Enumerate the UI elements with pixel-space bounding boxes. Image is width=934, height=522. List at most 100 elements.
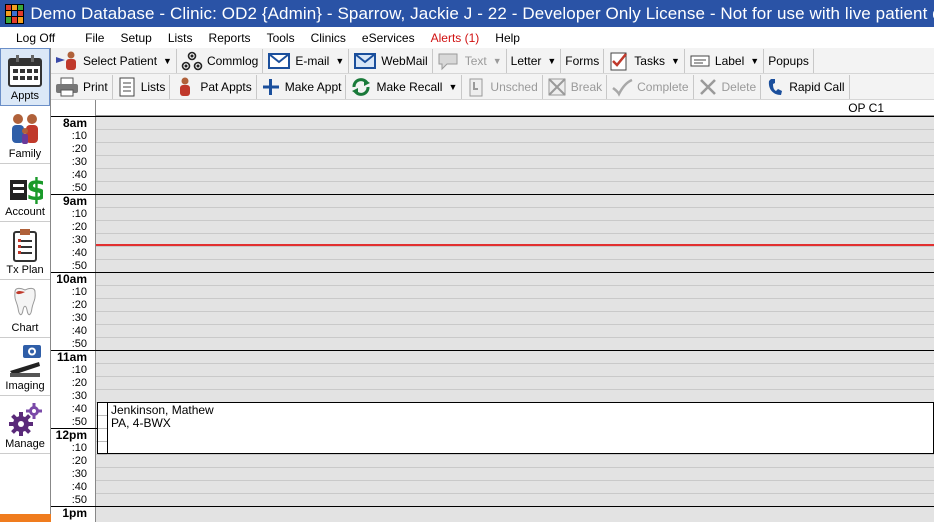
time-slot[interactable] <box>96 129 934 142</box>
menu-clinics[interactable]: Clinics <box>303 31 354 45</box>
module-label: Account <box>5 206 45 218</box>
hour-label: 11am <box>56 350 87 364</box>
break-button[interactable]: Break <box>543 74 608 99</box>
dropdown-arrow-icon[interactable]: ▼ <box>671 56 680 66</box>
letter-button[interactable]: Letter ▼ <box>507 48 562 73</box>
time-slot[interactable] <box>96 246 934 259</box>
dropdown-arrow-icon[interactable]: ▼ <box>335 56 344 66</box>
select-patient-icon <box>56 51 76 70</box>
time-slot[interactable] <box>96 298 934 311</box>
calendar-icon <box>8 55 42 87</box>
operatory-header: OP C1 <box>96 100 934 116</box>
appointment-block[interactable]: Jenkinson, Mathew PA, 4-BWX <box>97 402 934 455</box>
minute-label: :30 <box>71 234 87 246</box>
time-slot[interactable] <box>96 285 934 298</box>
tasks-button[interactable]: Tasks ▼ <box>604 48 685 73</box>
plus-icon <box>262 78 279 95</box>
appointment-schedule: OP C1 8am:10:20:30:40:50 9am:10:20:30:40:… <box>51 100 934 522</box>
menu-tools[interactable]: Tools <box>259 31 303 45</box>
time-slot[interactable] <box>96 181 934 194</box>
webmail-button[interactable]: WebMail <box>349 48 433 73</box>
make-recall-button[interactable]: Make Recall ▼ <box>346 74 463 99</box>
menu-reports[interactable]: Reports <box>201 31 259 45</box>
time-slot[interactable] <box>96 155 934 168</box>
appointment-procedures: PA, 4-BWX <box>111 416 171 430</box>
family-icon <box>12 114 38 144</box>
lists-button[interactable]: Lists <box>113 74 171 99</box>
module-tx-plan[interactable]: Tx Plan <box>0 222 50 280</box>
minute-label: :30 <box>71 390 87 402</box>
print-button[interactable]: Print <box>51 74 113 99</box>
module-account[interactable]: $ Account <box>0 164 50 222</box>
time-slot[interactable] <box>96 376 934 389</box>
forms-button[interactable]: Forms <box>561 48 605 73</box>
email-button[interactable]: E-mail ▼ <box>263 48 350 73</box>
hour-label: 10am <box>56 272 87 286</box>
time-slot[interactable] <box>96 389 934 402</box>
printer-icon <box>56 77 78 96</box>
break-icon <box>548 77 566 96</box>
delete-button[interactable]: Delete <box>694 74 762 99</box>
menu-help[interactable]: Help <box>487 31 528 45</box>
pat-appts-button[interactable]: Pat Appts <box>170 74 257 99</box>
minute-label: :20 <box>71 299 87 311</box>
time-slot[interactable] <box>96 454 934 467</box>
time-slot[interactable] <box>96 350 934 363</box>
forms-label: Forms <box>565 53 600 68</box>
dropdown-arrow-icon[interactable]: ▼ <box>448 82 457 92</box>
menu-lists[interactable]: Lists <box>160 31 201 45</box>
time-slot[interactable] <box>96 337 934 350</box>
select-patient-button[interactable]: Select Patient ▼ <box>51 48 177 73</box>
menu-eservices[interactable]: eServices <box>354 31 423 45</box>
unsched-button[interactable]: Unsched <box>462 74 543 99</box>
dropdown-arrow-icon[interactable]: ▼ <box>163 56 172 66</box>
print-label: Print <box>83 79 108 94</box>
menu-file[interactable]: File <box>77 31 112 45</box>
hour-divider <box>51 272 96 273</box>
dropdown-arrow-icon[interactable]: ▼ <box>547 56 556 66</box>
module-chart[interactable]: Chart <box>0 280 50 338</box>
time-slot[interactable] <box>96 480 934 493</box>
rapid-call-button[interactable]: Rapid Call <box>761 74 850 99</box>
module-imaging[interactable]: Imaging <box>0 338 50 396</box>
label-button[interactable]: Label ▼ <box>685 48 765 73</box>
complete-label: Complete <box>637 79 689 94</box>
label-label: Label <box>714 53 745 68</box>
make-appt-button[interactable]: Make Appt <box>257 74 347 99</box>
text-button[interactable]: Text ▼ <box>433 48 507 73</box>
time-slot[interactable] <box>96 363 934 376</box>
minute-label: :30 <box>71 468 87 480</box>
schedule-grid[interactable] <box>96 116 934 522</box>
popups-button[interactable]: Popups <box>764 48 814 73</box>
time-slot[interactable] <box>96 311 934 324</box>
time-slot[interactable] <box>96 207 934 220</box>
menu-setup[interactable]: Setup <box>112 31 159 45</box>
time-slot[interactable] <box>96 493 934 506</box>
time-slot[interactable] <box>96 116 934 129</box>
list-document-icon <box>119 77 135 96</box>
select-patient-label: Select Patient <box>83 53 158 68</box>
menu-log-off[interactable]: Log Off <box>0 31 63 45</box>
complete-button[interactable]: Complete <box>607 74 694 99</box>
dropdown-arrow-icon[interactable]: ▼ <box>493 56 502 66</box>
time-slot[interactable] <box>96 467 934 480</box>
menu-alerts[interactable]: Alerts (1) <box>423 31 488 45</box>
minute-label: :40 <box>71 169 87 181</box>
module-family[interactable]: Family <box>0 106 50 164</box>
time-slot[interactable] <box>96 259 934 272</box>
time-slot[interactable] <box>96 142 934 155</box>
time-slot[interactable] <box>96 168 934 181</box>
minute-label: :40 <box>71 247 87 259</box>
time-slot[interactable] <box>96 506 934 519</box>
module-manage[interactable]: Manage <box>0 396 50 454</box>
time-slot[interactable] <box>96 324 934 337</box>
module-appts[interactable]: Appts <box>0 48 50 106</box>
time-slot[interactable] <box>96 272 934 285</box>
dropdown-arrow-icon[interactable]: ▼ <box>750 56 759 66</box>
time-slot[interactable] <box>96 194 934 207</box>
hour-label: 9am <box>62 194 87 208</box>
commlog-button[interactable]: Commlog <box>177 48 264 73</box>
minute-label: :50 <box>71 416 87 428</box>
time-slot[interactable] <box>96 220 934 233</box>
letter-label: Letter <box>510 53 542 68</box>
